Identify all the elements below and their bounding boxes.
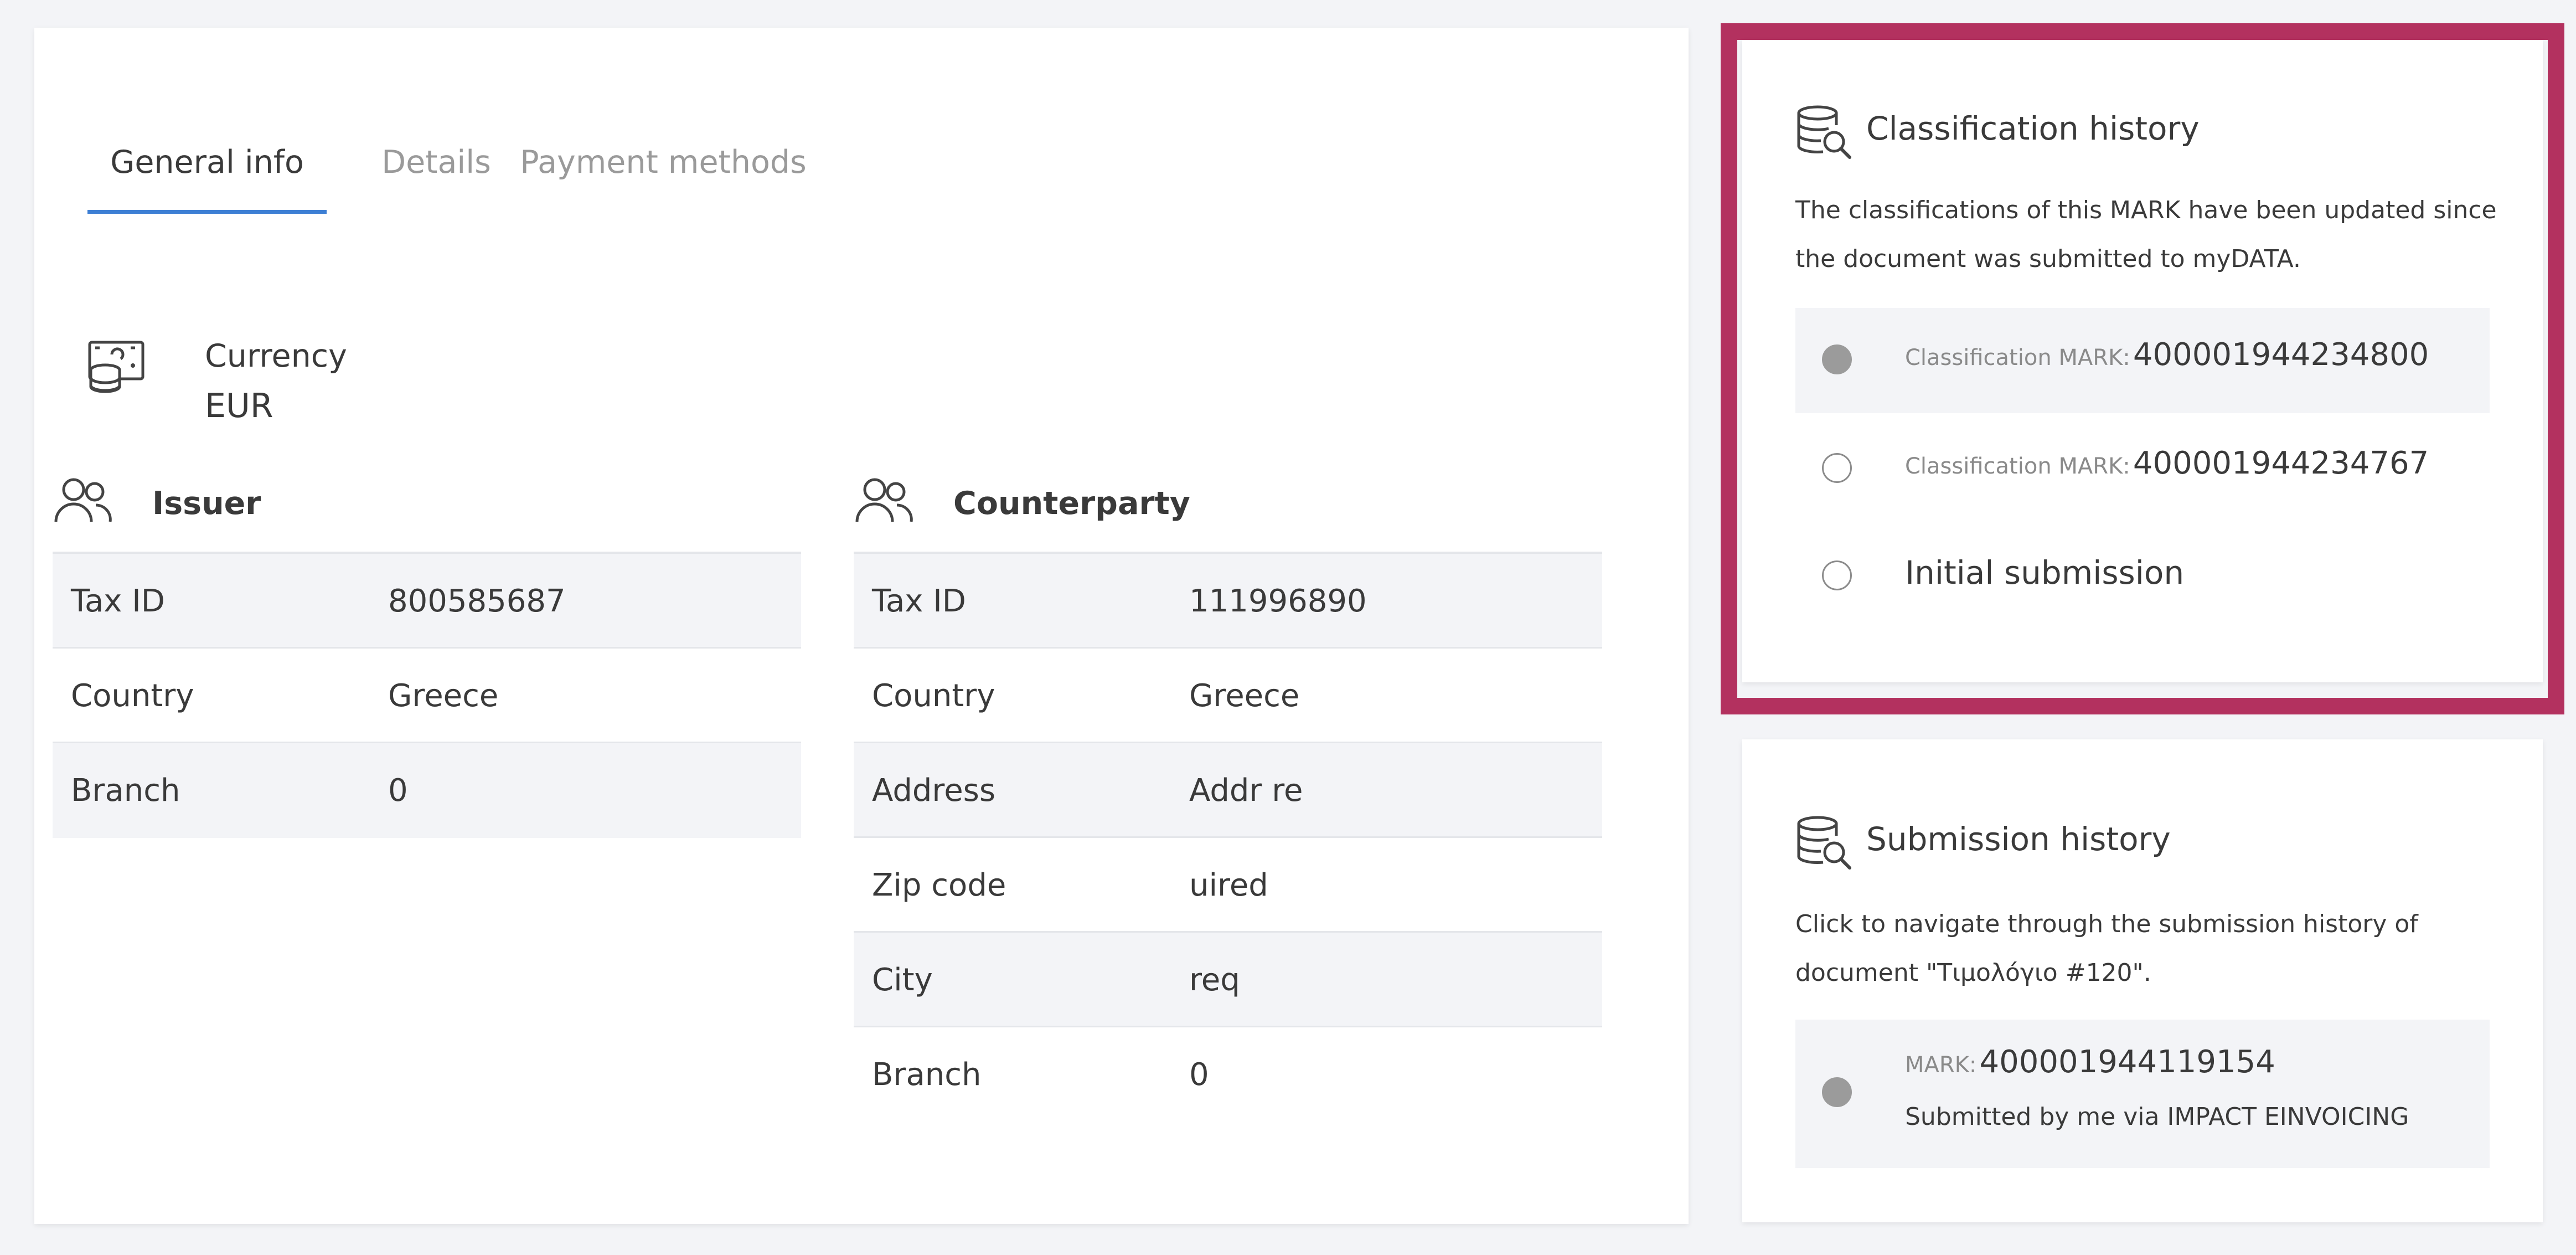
row-value: 0 bbox=[388, 773, 408, 809]
row-key: Country bbox=[71, 678, 194, 714]
row-key: Tax ID bbox=[71, 583, 165, 619]
database-search-icon bbox=[1795, 104, 1853, 164]
row-value: uired bbox=[1189, 867, 1268, 903]
classification-mark-value: 400001944234767 bbox=[2133, 445, 2429, 481]
tab-general-info[interactable]: General info bbox=[87, 111, 327, 214]
row-key: Branch bbox=[872, 1057, 982, 1093]
radio-unselected[interactable] bbox=[1822, 453, 1852, 483]
table-row: Branch 0 bbox=[53, 743, 801, 838]
row-value: Addr re bbox=[1189, 773, 1303, 809]
submission-history-title: Submission history bbox=[1866, 820, 2171, 858]
submission-history-card: Submission history Click to navigate thr… bbox=[1742, 739, 2543, 1222]
submission-note: Submitted by me via IMPACT EINVOICING bbox=[1905, 1103, 2409, 1131]
table-row: City req bbox=[854, 933, 1602, 1027]
classification-history-description: The classifications of this MARK have be… bbox=[1795, 196, 2497, 273]
table-row: Address Addr re bbox=[854, 743, 1602, 838]
counterparty-title: Counterparty bbox=[953, 485, 1190, 522]
classification-history-title: Classification history bbox=[1866, 110, 2200, 147]
row-key: Tax ID bbox=[872, 583, 966, 619]
row-key: Country bbox=[872, 678, 995, 714]
classification-mark-value: 400001944234800 bbox=[2133, 337, 2429, 373]
row-key: Branch bbox=[71, 773, 180, 809]
row-value: 111996890 bbox=[1189, 583, 1367, 619]
history-item-submission-1[interactable]: MARK: 400001944119154 Submitted by me vi… bbox=[1795, 1020, 2490, 1168]
counterparty-table: Counterparty Tax ID 111996890 Country Gr… bbox=[854, 471, 1602, 1122]
row-value: 0 bbox=[1189, 1057, 1209, 1093]
table-row: Branch 0 bbox=[854, 1027, 1602, 1122]
classification-mark-label: Classification MARK: bbox=[1905, 345, 2130, 371]
table-row: Country Greece bbox=[854, 649, 1602, 743]
counterparty-header: Counterparty bbox=[854, 471, 1602, 554]
radio-selected[interactable] bbox=[1822, 1077, 1852, 1107]
mark-value: 400001944119154 bbox=[1979, 1044, 2275, 1080]
mark-label: MARK: bbox=[1905, 1052, 1977, 1078]
row-value: Greece bbox=[388, 678, 499, 714]
history-item-classification-2[interactable]: Classification MARK: 400001944234767 bbox=[1795, 416, 2490, 522]
table-row: Country Greece bbox=[53, 649, 801, 743]
row-key: City bbox=[872, 962, 933, 998]
issuer-header: Issuer bbox=[53, 471, 801, 554]
classification-mark-label: Classification MARK: bbox=[1905, 454, 2130, 479]
row-value: 800585687 bbox=[388, 583, 566, 619]
issuer-title: Issuer bbox=[152, 485, 261, 522]
table-row: Tax ID 800585687 bbox=[53, 554, 801, 649]
row-key: Address bbox=[872, 773, 996, 809]
initial-submission-label: Initial submission bbox=[1905, 554, 2185, 592]
row-key: Zip code bbox=[872, 867, 1006, 903]
table-row: Zip code uired bbox=[854, 838, 1602, 933]
table-row: Tax ID 111996890 bbox=[854, 554, 1602, 649]
submission-history-description: Click to navigate through the submission… bbox=[1795, 910, 2418, 987]
tab-details[interactable]: Details bbox=[370, 111, 503, 214]
history-item-initial-submission[interactable]: Initial submission bbox=[1795, 523, 2490, 628]
issuer-table: Issuer Tax ID 800585687 Country Greece B… bbox=[53, 471, 801, 838]
row-value: Greece bbox=[1189, 678, 1300, 714]
currency-label: Currency bbox=[205, 338, 347, 374]
currency-value: EUR bbox=[205, 387, 273, 425]
database-search-icon bbox=[1795, 815, 1853, 875]
radio-selected[interactable] bbox=[1822, 344, 1852, 374]
radio-unselected[interactable] bbox=[1822, 560, 1852, 590]
tab-payment-methods[interactable]: Payment methods bbox=[520, 111, 806, 214]
row-value: req bbox=[1189, 962, 1240, 998]
classification-history-card: Classification history The classificatio… bbox=[1742, 40, 2543, 682]
history-item-classification-1[interactable]: Classification MARK: 400001944234800 bbox=[1795, 308, 2490, 413]
